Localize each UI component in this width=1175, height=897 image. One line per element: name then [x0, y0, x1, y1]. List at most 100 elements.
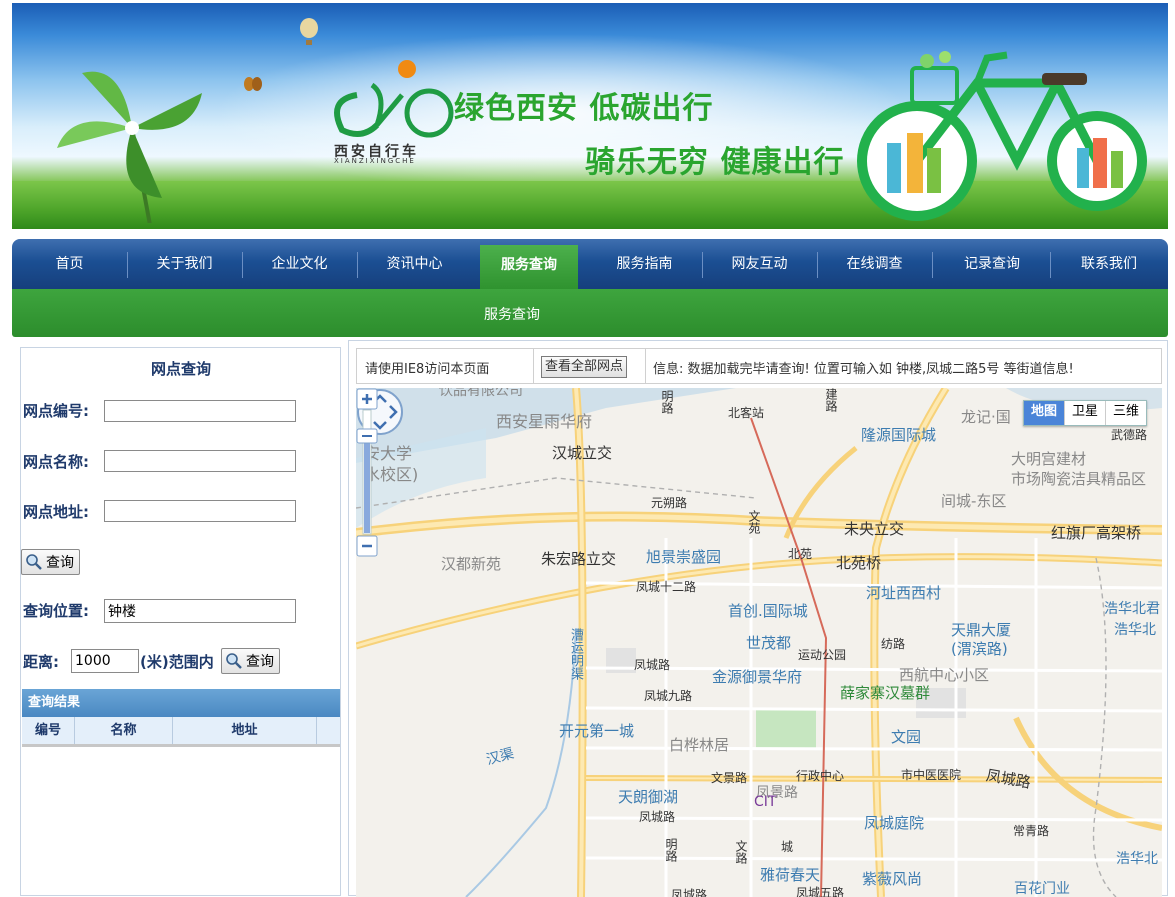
station-name-input[interactable]: [104, 450, 296, 472]
butterfly-icon: [244, 77, 262, 91]
map-label: 浩华北君: [1104, 601, 1160, 617]
map-label: 市场陶瓷洁具精品区: [1011, 470, 1147, 488]
map-label: 天鼎大厦: [951, 621, 1012, 639]
slogan-line-1: 绿色西安 低碳出行: [454, 91, 714, 126]
map-label: 紫薇风尚: [862, 870, 923, 888]
map-type-satellite[interactable]: 卫星: [1063, 401, 1105, 425]
map-label: 文苑: [747, 510, 761, 534]
map-label: 白桦林居: [669, 736, 730, 754]
map-label: 浩华北: [1116, 851, 1158, 867]
map-label: 未央立交: [844, 520, 905, 538]
results-column-header: 编号 名称 地址: [22, 717, 340, 747]
station-query-button-label: 查询: [46, 555, 74, 571]
station-name-label: 网点名称:: [23, 453, 89, 471]
map-label: 雅荷春天: [760, 866, 821, 884]
nav-item-service-query[interactable]: 服务查询: [480, 245, 578, 289]
map-label: 西安星雨华府: [496, 412, 593, 431]
balloon-icon: [300, 18, 318, 45]
nav-item-culture[interactable]: 企业文化: [242, 239, 357, 289]
nav-item-contact[interactable]: 联系我们: [1050, 239, 1168, 289]
map-type-map[interactable]: 地图: [1023, 401, 1064, 425]
site-banner: 西安自行车 XIANZIXINGCHE 绿色西安 低碳出行 骑乐无穷 健康出行: [12, 3, 1168, 229]
map-type-3d[interactable]: 三维: [1104, 401, 1146, 425]
map-label: 凤城路: [671, 888, 708, 897]
main-nav: 首页 关于我们 企业文化 资讯中心 服务查询 服务指南 网友互动 在线调查 记录…: [12, 239, 1168, 289]
slogan-line-2: 骑乐无穷 健康出行: [585, 145, 845, 180]
info-bar: 请使用IE8访问本页面 查看全部网点 信息: 数据加载完毕请查询! 位置可输入如…: [356, 348, 1162, 384]
query-position-label: 查询位置:: [23, 602, 89, 620]
info-separator: [645, 349, 646, 383]
map-label: 河址西西村: [866, 584, 942, 602]
magnifier-icon: [226, 653, 242, 669]
map-label: 红旗厂高架桥: [1051, 524, 1142, 542]
map-label: 凤城路: [634, 658, 671, 672]
station-query-button[interactable]: 查询: [21, 549, 80, 575]
nav-item-records[interactable]: 记录查询: [932, 239, 1052, 289]
logo-subtext: XIANZIXINGCHE: [334, 157, 416, 165]
map-label: 凤城十二路: [636, 580, 697, 594]
map-label: 汉都新苑: [441, 555, 502, 573]
results-header: 查询结果: [22, 689, 340, 717]
nav-item-about[interactable]: 关于我们: [127, 239, 242, 289]
map-label: 浩华北: [1114, 622, 1156, 638]
map-label: 汉城立交: [552, 444, 613, 462]
map-label: CIT: [754, 794, 777, 810]
search-panel-title: 网点查询: [150, 360, 211, 378]
map-label: (渭滨路): [951, 640, 1008, 658]
nav-item-interaction[interactable]: 网友互动: [702, 239, 817, 289]
map-label: 常青路: [1013, 824, 1050, 838]
sub-nav: 服务查询: [12, 289, 1168, 337]
map-panel: 请使用IE8访问本页面 查看全部网点 信息: 数据加载完毕请查询! 位置可输入如…: [348, 340, 1168, 897]
map-canvas[interactable]: 饮品有限公司 西安星雨华府 明路 北客站 建路 龙记·国 武德路 安大学 水校区…: [356, 388, 1162, 897]
map-label: 建路: [824, 388, 838, 412]
map-label: 凤城五路: [796, 886, 845, 897]
bike-logo-icon: [334, 60, 454, 138]
map-label: 龙记·国: [961, 408, 1011, 426]
distance-query-button-label: 查询: [246, 654, 274, 670]
station-id-label: 网点编号:: [23, 402, 89, 420]
info-message: 信息: 数据加载完毕请查询! 位置可输入如 钟楼,凤城二路5号 等街道信息!: [653, 362, 1074, 377]
subnav-item-service-query[interactable]: 服务查询: [12, 304, 1012, 324]
map-label: 旭景崇盛园: [646, 548, 722, 566]
map-label: 凤城九路: [644, 689, 693, 703]
search-panel: 网点查询 网点编号: 网点名称: 网点地址: 查询 查询位置: 距离: (米)范…: [20, 347, 341, 896]
map-label: 凤城路: [639, 810, 676, 824]
query-position-input[interactable]: [104, 599, 296, 623]
column-name[interactable]: 名称: [75, 717, 173, 744]
map-label: 文园: [891, 728, 922, 746]
map-label: 北苑桥: [836, 554, 882, 572]
map-label: 市中医医院: [901, 768, 962, 782]
map-label: 凤城庭院: [864, 814, 925, 832]
map-label: 文景路: [711, 771, 748, 785]
map-label: 运动公园: [798, 648, 847, 662]
info-separator: [533, 349, 534, 383]
green-bicycle-icon: [857, 51, 1147, 221]
nav-item-survey[interactable]: 在线调查: [817, 239, 932, 289]
distance-query-button[interactable]: 查询: [221, 648, 280, 674]
zoom-slider[interactable]: [356, 388, 378, 558]
station-id-input[interactable]: [104, 400, 296, 422]
map-label: 首创.国际城: [728, 602, 808, 620]
distance-input[interactable]: [71, 649, 139, 673]
column-address[interactable]: 地址: [173, 717, 317, 744]
map-label: 朱宏路立交: [541, 550, 617, 568]
map-label: 明路: [660, 390, 674, 414]
column-id[interactable]: 编号: [22, 717, 75, 744]
browser-hint: 请使用IE8访问本页面: [365, 362, 490, 377]
pinwheel-icon: [57, 71, 202, 223]
magnifier-icon: [26, 554, 42, 570]
map-label: 饮品有限公司: [439, 388, 523, 399]
distance-unit-label: (米)范围内: [140, 653, 214, 671]
map-type-switch: 地图 卫星 三维: [1022, 400, 1147, 426]
map-label: 明路: [664, 838, 678, 862]
map-label: 天朗御湖: [618, 788, 679, 806]
nav-item-guide[interactable]: 服务指南: [587, 239, 702, 289]
map-label: 金源御景华府: [712, 668, 803, 686]
map-label: 隆源国际城: [861, 426, 937, 444]
station-address-input[interactable]: [104, 500, 296, 522]
nav-item-news[interactable]: 资讯中心: [357, 239, 472, 289]
nav-item-home[interactable]: 首页: [12, 239, 127, 289]
map-label: 行政中心: [796, 769, 845, 783]
show-all-stations-button[interactable]: 查看全部网点: [541, 356, 628, 378]
map-label: 薛家寨汉墓群: [840, 684, 931, 702]
